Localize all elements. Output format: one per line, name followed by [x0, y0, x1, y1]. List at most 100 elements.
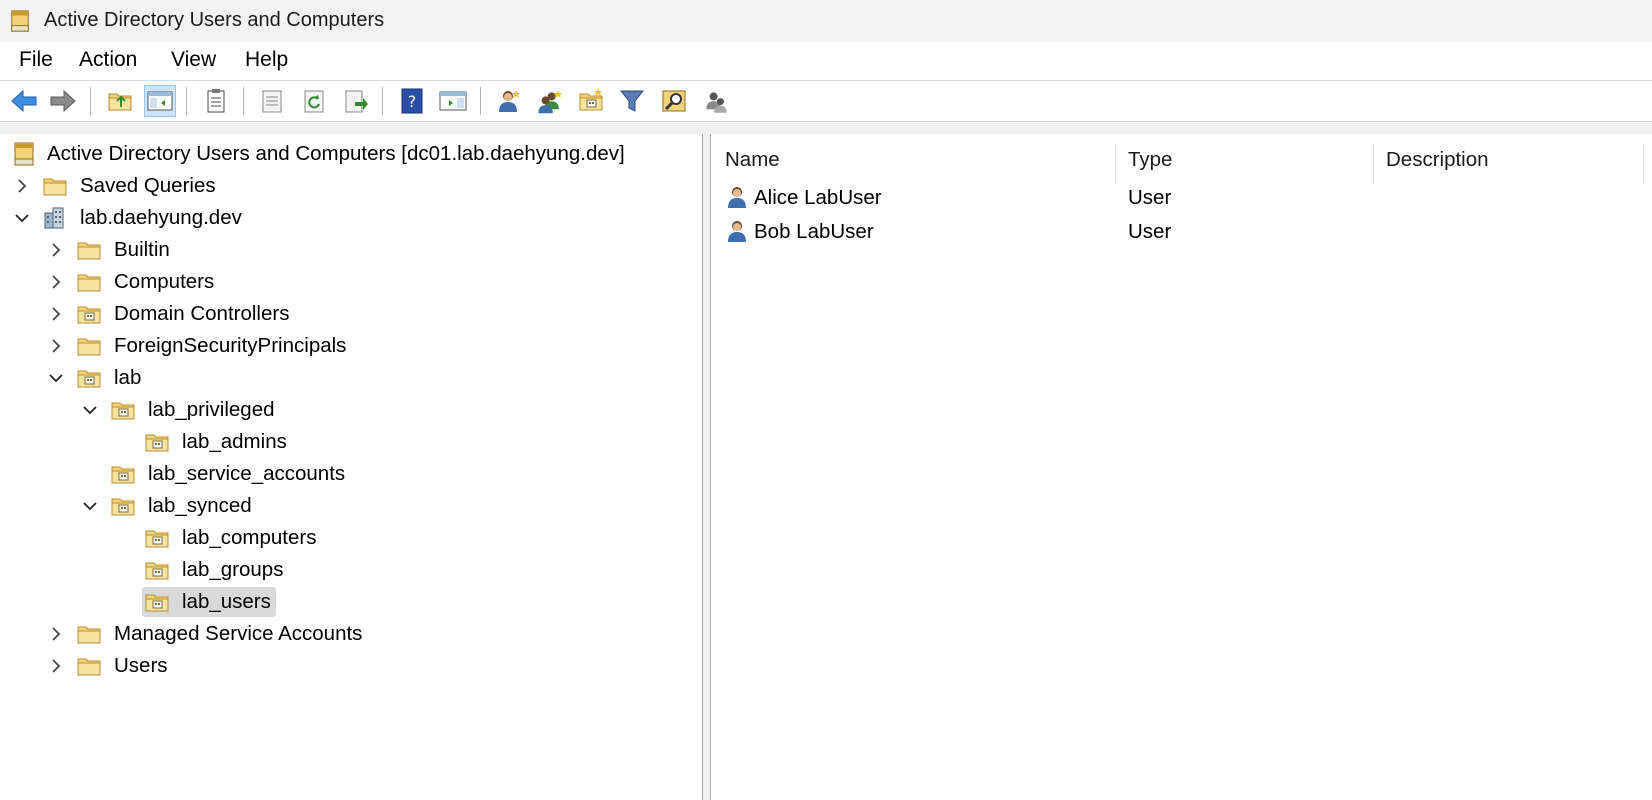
action-pane-icon[interactable] — [437, 85, 469, 117]
tree-item-label: Saved Queries — [80, 174, 216, 197]
domain-icon — [42, 205, 68, 231]
tree-item-lab-service-accounts[interactable]: lab_service_accounts — [0, 459, 700, 489]
tree-item-lab[interactable]: lab — [0, 363, 700, 393]
ou-icon — [144, 429, 170, 455]
delegate-icon[interactable] — [700, 85, 732, 117]
tree-item-label: lab_admins — [182, 430, 287, 453]
back-icon[interactable] — [8, 85, 40, 117]
tree-item-lab-groups[interactable]: lab_groups — [0, 555, 700, 585]
tree-item-label: lab_users — [179, 590, 274, 614]
tree-item-lab-synced[interactable]: lab_synced — [0, 491, 700, 521]
ou-icon — [76, 301, 102, 327]
ou-icon — [110, 493, 136, 519]
ou-icon — [144, 557, 170, 583]
folder-icon — [76, 333, 102, 359]
column-header-type[interactable]: Type — [1128, 148, 1172, 172]
chevron-right-icon[interactable] — [47, 337, 65, 355]
folder-icon — [76, 653, 102, 679]
column-header-description[interactable]: Description — [1386, 148, 1489, 172]
list-item[interactable]: Bob LabUser User — [711, 216, 1652, 248]
tree-item-foreign-security-principals[interactable]: ForeignSecurityPrincipals — [0, 331, 700, 361]
folder-icon — [76, 269, 102, 295]
column-divider[interactable] — [1643, 144, 1644, 184]
chevron-right-icon[interactable] — [47, 241, 65, 259]
tree-item-domain-controllers[interactable]: Domain Controllers — [0, 299, 700, 329]
toolbar-separator — [243, 87, 244, 115]
clipboard-icon[interactable] — [200, 85, 232, 117]
tree-item-lab-privileged[interactable]: lab_privileged — [0, 395, 700, 425]
tree-item-label: Managed Service Accounts — [114, 622, 363, 645]
title-bar: Active Directory Users and Computers — [0, 0, 1652, 42]
list-item-type: User — [1128, 220, 1172, 243]
user-icon — [725, 184, 751, 210]
toolbar-bottom-strip — [0, 122, 1652, 134]
forward-icon[interactable] — [47, 85, 79, 117]
tree-item-label: lab_groups — [182, 558, 284, 581]
chevron-down-icon[interactable] — [81, 401, 99, 419]
list-header: Name Type Description — [711, 144, 1652, 184]
column-divider[interactable] — [1115, 144, 1116, 184]
list-item-type: User — [1128, 186, 1172, 209]
app-icon — [8, 8, 32, 34]
menu-file[interactable]: File — [17, 48, 55, 72]
tree-item-managed-service-accounts[interactable]: Managed Service Accounts — [0, 619, 700, 649]
chevron-right-icon[interactable] — [13, 177, 31, 195]
chevron-right-icon[interactable] — [47, 305, 65, 323]
tree-item-builtin[interactable]: Builtin — [0, 235, 700, 265]
tree-root[interactable]: Active Directory Users and Computers [dc… — [0, 139, 700, 169]
tree-item-domain[interactable]: lab.daehyung.dev — [0, 203, 700, 233]
menu-action[interactable]: Action — [77, 48, 139, 72]
ou-icon — [76, 365, 102, 391]
tree-item-label: lab_computers — [182, 526, 317, 549]
ou-icon — [110, 461, 136, 487]
chevron-down-icon[interactable] — [13, 209, 31, 227]
tree-root-label: Active Directory Users and Computers [dc… — [47, 142, 625, 165]
chevron-down-icon[interactable] — [47, 369, 65, 387]
menu-bar: File Action View Help — [0, 42, 1652, 81]
find-icon[interactable] — [658, 85, 690, 117]
menu-view[interactable]: View — [169, 48, 218, 72]
list-item[interactable]: Alice LabUser User — [711, 182, 1652, 214]
tree-item-lab-computers[interactable]: lab_computers — [0, 523, 700, 553]
pane-splitter[interactable] — [703, 134, 711, 800]
window-title: Active Directory Users and Computers — [44, 9, 385, 31]
chevron-right-icon[interactable] — [47, 657, 65, 675]
refresh-icon[interactable] — [298, 85, 330, 117]
toolbar-separator — [90, 87, 91, 115]
show-hide-tree-icon[interactable] — [144, 85, 176, 117]
user-icon — [725, 218, 751, 244]
tree-item-label: lab_synced — [148, 494, 252, 517]
toolbar-separator — [186, 87, 187, 115]
chevron-right-icon[interactable] — [47, 625, 65, 643]
filter-icon[interactable] — [616, 85, 648, 117]
properties-icon[interactable] — [256, 85, 288, 117]
tree-item-label: lab_service_accounts — [148, 462, 346, 485]
aduc-root-icon — [11, 141, 37, 167]
new-ou-icon[interactable] — [575, 85, 607, 117]
up-folder-icon[interactable] — [104, 85, 136, 117]
column-header-name[interactable]: Name — [725, 148, 780, 172]
tree-item-label: Users — [114, 654, 168, 677]
export-list-icon[interactable] — [340, 85, 372, 117]
tree-item-saved-queries[interactable]: Saved Queries — [0, 171, 700, 201]
chevron-down-icon[interactable] — [81, 497, 99, 515]
column-divider[interactable] — [1373, 144, 1374, 184]
tree-item-label: lab.daehyung.dev — [80, 206, 242, 229]
tree-item-computers[interactable]: Computers — [0, 267, 700, 297]
help-icon[interactable]: ? — [396, 85, 428, 117]
tree-item-lab-admins[interactable]: lab_admins — [0, 427, 700, 457]
folder-icon — [76, 237, 102, 263]
menu-help[interactable]: Help — [243, 48, 290, 72]
toolbar-separator — [480, 87, 481, 115]
ou-icon — [144, 589, 170, 615]
tree-item-label: lab_privileged — [148, 398, 275, 421]
new-group-icon[interactable] — [534, 85, 566, 117]
tree-item-label: Computers — [114, 270, 215, 293]
new-user-icon[interactable] — [493, 85, 525, 117]
chevron-right-icon[interactable] — [47, 273, 65, 291]
results-list: Name Type Description Alice LabUser User… — [711, 134, 1652, 800]
console-tree: Active Directory Users and Computers [dc… — [0, 134, 703, 800]
tree-item-users[interactable]: Users — [0, 651, 700, 681]
toolbar: ? — [0, 81, 1652, 122]
tree-item-lab-users[interactable]: lab_users — [0, 587, 700, 617]
